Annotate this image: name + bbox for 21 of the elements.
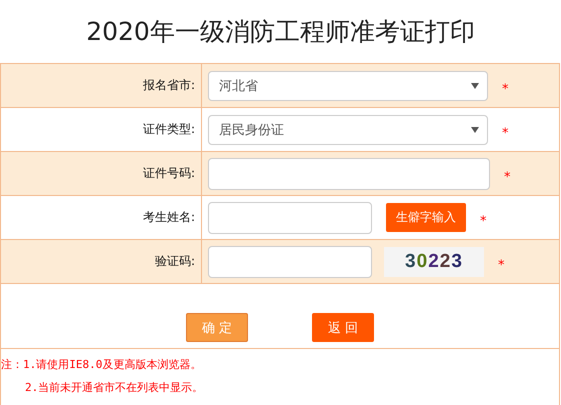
note-text: 注：1.请使用IE8.0及更高版本浏览器。 [1,357,202,372]
field-label: 报名省市: [142,78,195,92]
field-label: 证件类型: [142,122,195,136]
field-label: 考生姓名: [142,210,195,224]
captcha-image[interactable]: 30223 [384,246,484,276]
required-mark: * [504,170,510,185]
note-text: 2.当前未开通省市不在列表中显示。 [25,380,204,395]
select-field[interactable]: 居民身份证 [208,114,488,144]
required-mark: * [498,258,504,273]
field-label: 验证码: [154,254,195,268]
input-field[interactable] [208,246,372,278]
input-field[interactable] [208,202,372,234]
select-field[interactable]: 河北省 [208,70,488,100]
required-mark: * [502,82,508,97]
field-label: 证件号码: [142,166,195,180]
required-mark: * [502,126,508,141]
page-title: 2020年一级消防工程师准考证打印 [85,16,476,48]
caret-icon [471,82,479,88]
input-field[interactable] [208,158,490,190]
caret-icon [471,126,479,132]
required-mark: * [480,214,486,229]
